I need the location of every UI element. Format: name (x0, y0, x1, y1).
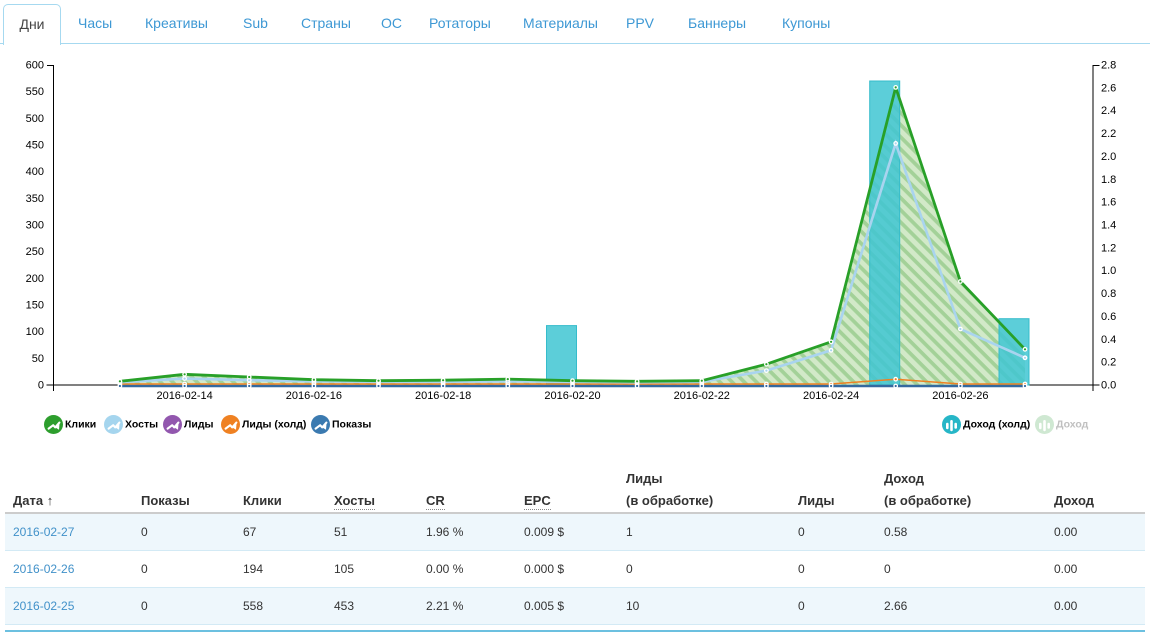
svg-text:1.8: 1.8 (1101, 174, 1116, 186)
svg-text:1.0: 1.0 (1101, 265, 1116, 277)
svg-text:250: 250 (26, 246, 44, 258)
svg-text:0.0: 0.0 (1101, 380, 1116, 392)
svg-text:0.6: 0.6 (1101, 311, 1116, 323)
svg-text:0.4: 0.4 (1101, 334, 1116, 346)
svg-text:0.2: 0.2 (1101, 357, 1116, 369)
svg-text:300: 300 (26, 220, 44, 232)
svg-text:0.8: 0.8 (1101, 288, 1116, 300)
svg-text:2016-02-26: 2016-02-26 (932, 390, 988, 402)
svg-text:200: 200 (26, 273, 44, 285)
svg-text:550: 550 (26, 86, 44, 98)
svg-text:600: 600 (26, 60, 44, 72)
svg-text:2016-02-14: 2016-02-14 (156, 390, 212, 402)
svg-text:350: 350 (26, 193, 44, 205)
svg-text:150: 150 (26, 300, 44, 312)
svg-text:1.6: 1.6 (1101, 197, 1116, 209)
svg-text:2.6: 2.6 (1101, 82, 1116, 94)
svg-text:2016-02-22: 2016-02-22 (674, 390, 730, 402)
svg-text:2.8: 2.8 (1101, 60, 1116, 72)
svg-text:2.2: 2.2 (1101, 128, 1116, 140)
svg-text:2016-02-16: 2016-02-16 (286, 390, 342, 402)
svg-text:500: 500 (26, 113, 44, 125)
svg-text:2.4: 2.4 (1101, 105, 1116, 117)
svg-text:1.2: 1.2 (1101, 242, 1116, 254)
svg-text:450: 450 (26, 140, 44, 152)
svg-text:50: 50 (32, 353, 44, 365)
svg-text:2.0: 2.0 (1101, 151, 1116, 163)
svg-text:1.4: 1.4 (1101, 220, 1116, 232)
svg-text:2016-02-24: 2016-02-24 (803, 390, 859, 402)
svg-text:400: 400 (26, 166, 44, 178)
svg-text:100: 100 (26, 326, 44, 338)
svg-text:2016-02-18: 2016-02-18 (415, 390, 471, 402)
svg-text:2016-02-20: 2016-02-20 (544, 390, 600, 402)
svg-text:0: 0 (38, 380, 44, 392)
